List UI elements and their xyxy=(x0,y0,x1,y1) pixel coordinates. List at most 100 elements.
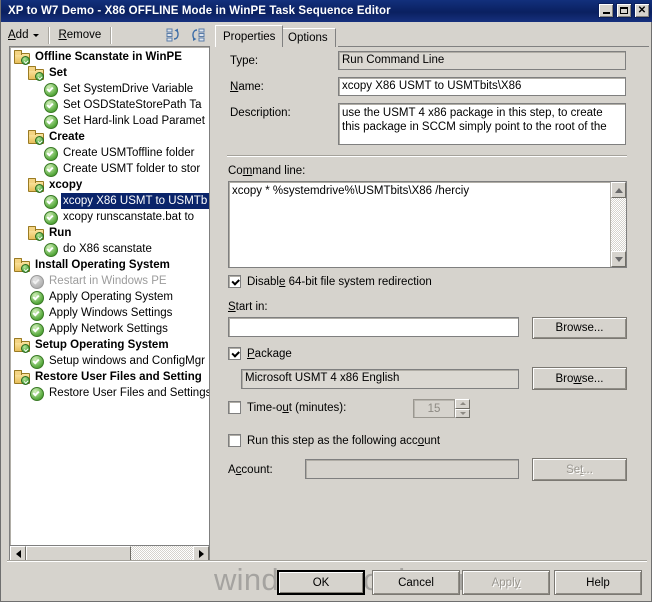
description-input[interactable]: use the USMT 4 x86 package in this step,… xyxy=(338,103,626,145)
description-label: Description: xyxy=(230,107,291,119)
tree-item[interactable]: xcopy runscanstate.bat to xyxy=(10,209,209,225)
tab-strip-filler xyxy=(338,28,649,47)
cancel-label: Cancel xyxy=(398,576,434,589)
tree-item[interactable]: Restore User Files and Setting xyxy=(10,369,209,385)
maximize-button[interactable] xyxy=(616,3,632,18)
tree-item[interactable]: xcopy xyxy=(10,177,209,193)
tree-item[interactable]: Restore User Files and Settings xyxy=(10,385,209,401)
window-titlebar: XP to W7 Demo - X86 OFFLINE Mode in WinP… xyxy=(1,0,652,22)
scrollbar-thumb[interactable] xyxy=(26,546,132,561)
timeout-increment-button[interactable] xyxy=(455,399,470,409)
tree-item[interactable]: Apply Windows Settings xyxy=(10,305,209,321)
tree-item[interactable]: Set xyxy=(10,65,209,81)
scroll-up-button[interactable] xyxy=(611,182,626,198)
tree-item[interactable]: Create USMToffline folder xyxy=(10,145,209,161)
run-as-account-checkbox[interactable]: Run this step as the following account xyxy=(228,434,440,447)
name-input[interactable]: xcopy X86 USMT to USMTbits\X86 xyxy=(338,77,626,96)
apply-label: Apply xyxy=(491,576,521,589)
command-line-input[interactable]: xcopy * %systemdrive%\USMTbits\X86 /herc… xyxy=(228,181,627,268)
add-button[interactable]: Add xyxy=(3,25,44,45)
tree-item[interactable]: Set OSDStateStorePath Ta xyxy=(10,97,209,113)
tree-item[interactable]: Install Operating System xyxy=(10,257,209,273)
folder-icon xyxy=(14,257,30,273)
help-label: Help xyxy=(586,576,610,589)
minimize-button[interactable] xyxy=(598,3,614,18)
tree-item[interactable]: Create USMT folder to stor xyxy=(10,161,209,177)
tree-item-label: Set xyxy=(49,67,67,79)
tree-item-label: Set SystemDrive Variable xyxy=(63,83,194,95)
tab-properties-label: Properties xyxy=(223,30,276,43)
arrow-down-icon xyxy=(459,411,466,415)
check-badge-icon xyxy=(35,184,44,193)
move-up-icon[interactable] xyxy=(165,26,183,44)
command-line-text: xcopy * %systemdrive%\USMTbits\X86 /herc… xyxy=(232,185,470,197)
help-button[interactable]: Help xyxy=(554,570,642,595)
toolbar-separator xyxy=(48,26,50,44)
start-in-browse-button[interactable]: Browse... xyxy=(532,317,627,339)
scroll-down-button[interactable] xyxy=(611,251,626,267)
scroll-right-button[interactable] xyxy=(193,546,209,561)
tree-item-label: Restore User Files and Setting xyxy=(35,371,202,383)
tree-item-label: Create USMT folder to stor xyxy=(63,163,201,175)
remove-button[interactable]: Remove xyxy=(53,25,106,45)
arrow-right-icon xyxy=(198,549,204,558)
tree-item[interactable]: Apply Network Settings xyxy=(10,321,209,337)
dialog-footer: OK Cancel Apply Help xyxy=(1,566,652,602)
tree-item-label: Install Operating System xyxy=(35,259,170,271)
check-badge-icon xyxy=(35,72,44,81)
tree-item-label: Apply Windows Settings xyxy=(49,307,173,319)
tree-item[interactable]: Run xyxy=(10,225,209,241)
step-enabled-icon xyxy=(28,289,44,305)
timeout-label: Time-out (minutes): xyxy=(247,401,347,414)
timeout-spin-buttons[interactable] xyxy=(455,399,470,418)
checkbox-icon xyxy=(228,401,241,414)
tree-item[interactable]: Set Hard-link Load Paramet xyxy=(10,113,209,129)
footer-divider xyxy=(7,560,647,562)
tab-properties[interactable]: Properties xyxy=(215,25,284,47)
command-line-scrollbar[interactable] xyxy=(610,182,626,267)
tree-item[interactable]: do X86 scanstate xyxy=(10,241,209,257)
step-enabled-icon xyxy=(42,193,58,209)
tree-item[interactable]: Setup Operating System xyxy=(10,337,209,353)
tree-item[interactable]: Set SystemDrive Variable xyxy=(10,81,209,97)
set-account-button: Set... xyxy=(532,458,627,481)
tree-item[interactable]: Create xyxy=(10,129,209,145)
tree-item[interactable]: Apply Operating System xyxy=(10,289,209,305)
timeout-stepper[interactable]: 15 xyxy=(413,399,470,418)
timeout-decrement-button[interactable] xyxy=(455,408,470,418)
tree-item[interactable]: Offline Scanstate in WinPE xyxy=(10,49,209,65)
start-in-input[interactable] xyxy=(228,317,519,337)
arrow-left-icon xyxy=(15,549,21,558)
scrollbar-track[interactable] xyxy=(26,546,193,561)
tree-item[interactable]: Restart in Windows PE xyxy=(10,273,209,289)
timeout-checkbox[interactable]: Time-out (minutes): xyxy=(228,401,346,414)
package-value-field[interactable]: Microsoft USMT 4 x86 English xyxy=(241,369,519,389)
tab-strip: Options Properties xyxy=(215,23,649,47)
maximize-icon xyxy=(620,7,628,14)
disable-redirection-checkbox[interactable]: Disable 64-bit file system redirection xyxy=(228,275,432,288)
package-browse-button[interactable]: Browse... xyxy=(532,367,627,390)
package-checkbox[interactable]: Package xyxy=(228,347,292,360)
tree-item-label: Restore User Files and Settings xyxy=(49,387,209,399)
tree-item-label: Setup windows and ConfigMgr xyxy=(49,355,205,367)
scroll-left-button[interactable] xyxy=(10,546,26,561)
account-label: Account: xyxy=(228,464,273,476)
move-down-icon[interactable] xyxy=(188,26,206,44)
tree-item-label: Set OSDStateStorePath Ta xyxy=(63,99,202,111)
disable-redirection-label: Disable 64-bit file system redirection xyxy=(247,275,432,288)
cancel-button[interactable]: Cancel xyxy=(372,570,460,595)
close-button[interactable]: ✕ xyxy=(634,3,650,18)
task-sequence-tree[interactable]: Offline Scanstate in WinPE Set Set SystemD… xyxy=(9,46,210,556)
type-label: Type: xyxy=(230,55,259,67)
editor-toolbar: Add Remove xyxy=(3,23,210,47)
tree-item[interactable]: Setup windows and ConfigMgr xyxy=(10,353,209,369)
tree-item[interactable]: xcopy X86 USMT to USMTb xyxy=(10,193,209,209)
timeout-value[interactable]: 15 xyxy=(413,399,455,418)
ok-button[interactable]: OK xyxy=(277,570,365,595)
form-divider xyxy=(227,155,627,157)
tree-item-label: xcopy xyxy=(49,179,83,191)
type-value-field: Run Command Line xyxy=(338,51,626,70)
folder-icon xyxy=(28,65,44,81)
step-enabled-icon xyxy=(42,241,58,257)
tab-options[interactable]: Options xyxy=(280,28,336,47)
